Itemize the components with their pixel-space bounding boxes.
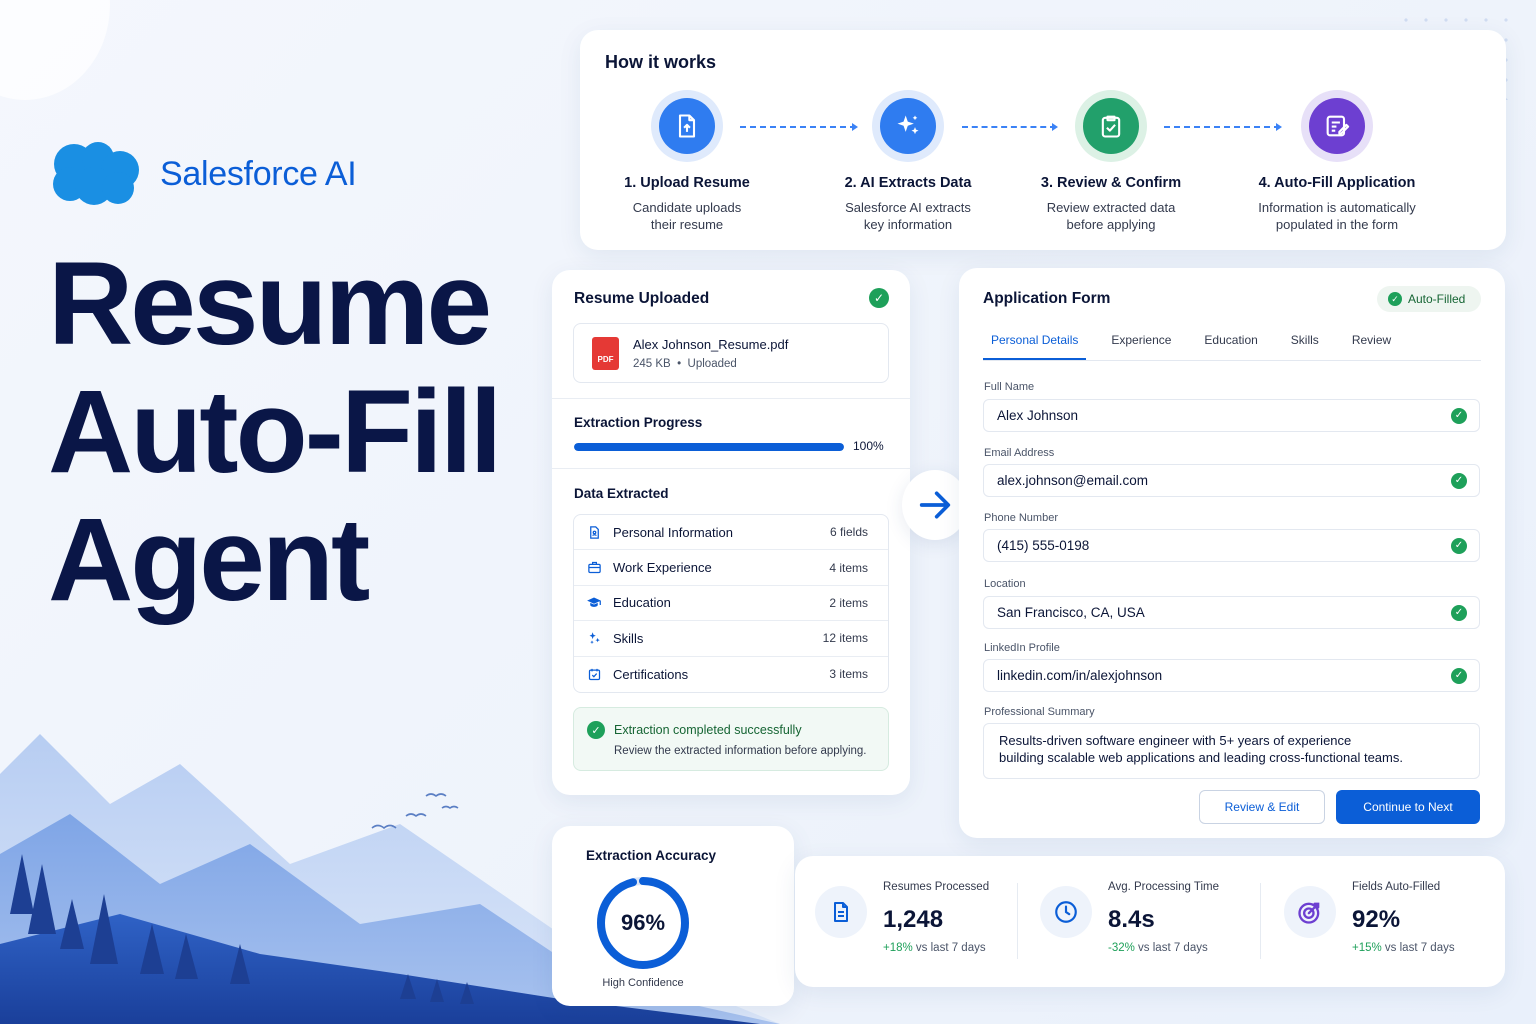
decorative-circle <box>0 0 110 100</box>
check-icon: ✓ <box>1451 407 1467 424</box>
step-review: 3. Review & Confirm Review extracted dat… <box>1011 90 1211 233</box>
certificate-icon <box>586 666 602 682</box>
summary-label: Professional Summary <box>984 706 1095 718</box>
brand-name: Salesforce AI <box>160 154 357 193</box>
review-edit-button[interactable]: Review & Edit <box>1199 790 1325 824</box>
professional-summary-textarea[interactable]: Results-driven software engineer with 5+… <box>983 723 1480 779</box>
email-field[interactable]: alex.johnson@email.com ✓ <box>983 464 1480 497</box>
check-icon: ✓ <box>1451 472 1467 489</box>
check-icon: ✓ <box>1451 537 1467 554</box>
briefcase-icon <box>586 560 602 576</box>
check-icon: ✓ <box>1451 604 1467 621</box>
graduation-cap-icon <box>586 595 602 611</box>
progress-fill <box>574 443 844 451</box>
divider <box>1260 883 1261 959</box>
hero-line-3: Agent <box>48 494 370 626</box>
tab-education[interactable]: Education <box>1196 326 1265 360</box>
tab-review[interactable]: Review <box>1344 326 1399 360</box>
list-item[interactable]: Certifications 3 items <box>574 657 888 692</box>
divider <box>552 398 910 399</box>
hero-line-2: Auto-Fill <box>48 366 502 498</box>
form-tabs: Personal Details Experience Education Sk… <box>983 326 1481 361</box>
brand: Salesforce AI <box>50 140 357 208</box>
extraction-progress-bar <box>574 443 844 451</box>
step-autofill: 4. Auto-Fill Application Information is … <box>1237 90 1437 233</box>
linkedin-label: LinkedIn Profile <box>984 642 1060 654</box>
confidence-label: High Confidence <box>602 977 684 989</box>
list-item[interactable]: Skills 12 items <box>574 621 888 657</box>
full-name-field[interactable]: Alex Johnson ✓ <box>983 399 1480 432</box>
uploaded-file[interactable]: PDF Alex Johnson_Resume.pdf 245 KB • Upl… <box>573 323 889 383</box>
location-label: Location <box>984 578 1026 590</box>
file-name: Alex Johnson_Resume.pdf <box>633 337 789 352</box>
clock-icon <box>1040 886 1092 938</box>
step-extract: 2. AI Extracts Data Salesforce AI extrac… <box>808 90 1008 233</box>
check-icon: ✓ <box>1388 292 1402 306</box>
accuracy-title: Extraction Accuracy <box>586 848 717 863</box>
tab-personal-details[interactable]: Personal Details <box>983 326 1087 360</box>
sparkle-icon <box>897 115 919 135</box>
data-extracted-label: Data Extracted <box>574 486 669 501</box>
phone-label: Phone Number <box>984 512 1058 524</box>
extraction-success-message: ✓ Extraction completed successfully Revi… <box>573 707 889 771</box>
list-item[interactable]: Personal Information 6 fields <box>574 515 888 551</box>
step-upload: 1. Upload Resume Candidate uploads their … <box>587 90 787 233</box>
application-form-card: Application Form ✓ Auto-Filled Personal … <box>959 268 1505 838</box>
list-item[interactable]: Work Experience 4 items <box>574 550 888 586</box>
how-it-works-title: How it works <box>605 52 717 72</box>
email-label: Email Address <box>984 447 1055 459</box>
data-extracted-list: Personal Information 6 fields Work Exper… <box>573 514 889 693</box>
form-edit-icon <box>1326 115 1350 137</box>
linkedin-field[interactable]: linkedin.com/in/alexjohnson ✓ <box>983 659 1480 692</box>
progress-label: Extraction Progress <box>574 415 703 430</box>
how-it-works-card: How it works 1. Upload Resume Candidate … <box>580 30 1506 250</box>
divider <box>1017 883 1018 959</box>
auto-filled-badge: ✓ Auto-Filled <box>1377 286 1481 312</box>
phone-field[interactable]: (415) 555-0198 ✓ <box>983 529 1480 562</box>
file-meta: 245 KB • Uploaded <box>633 358 737 370</box>
progress-percent: 100% <box>853 439 884 453</box>
tab-experience[interactable]: Experience <box>1103 326 1179 360</box>
upload-success-check-icon: ✓ <box>869 288 889 308</box>
application-form-title: Application Form <box>983 290 1111 307</box>
resume-uploaded-card: Resume Uploaded ✓ PDF Alex Johnson_Resum… <box>552 270 910 795</box>
hero-line-1: Resume <box>48 238 492 370</box>
full-name-label: Full Name <box>984 381 1035 393</box>
person-document-icon <box>586 524 602 540</box>
pdf-file-icon: PDF <box>592 337 619 370</box>
upload-document-icon <box>678 114 696 138</box>
success-check-icon: ✓ <box>587 721 605 739</box>
target-icon <box>1284 886 1336 938</box>
check-icon: ✓ <box>1451 667 1467 684</box>
arrow-right-icon <box>919 491 951 519</box>
document-icon <box>815 886 867 938</box>
accuracy-value: 96% <box>620 910 666 935</box>
location-field[interactable]: San Francisco, CA, USA ✓ <box>983 596 1480 629</box>
tab-skills[interactable]: Skills <box>1283 326 1327 360</box>
continue-button[interactable]: Continue to Next <box>1336 790 1480 824</box>
extraction-accuracy-card: Extraction Accuracy 96% High Confidence <box>552 826 794 1006</box>
stats-card: Resumes Processed 1,248 +18% vs last 7 d… <box>795 856 1505 987</box>
salesforce-cloud-icon <box>53 142 139 205</box>
list-item[interactable]: Education 2 items <box>574 586 888 622</box>
skills-icon <box>586 630 602 646</box>
divider <box>552 468 910 469</box>
hero-title: Resume Auto-Fill Agent <box>48 238 502 626</box>
resume-card-title: Resume Uploaded <box>574 290 710 307</box>
clipboard-check-icon <box>1101 115 1121 138</box>
